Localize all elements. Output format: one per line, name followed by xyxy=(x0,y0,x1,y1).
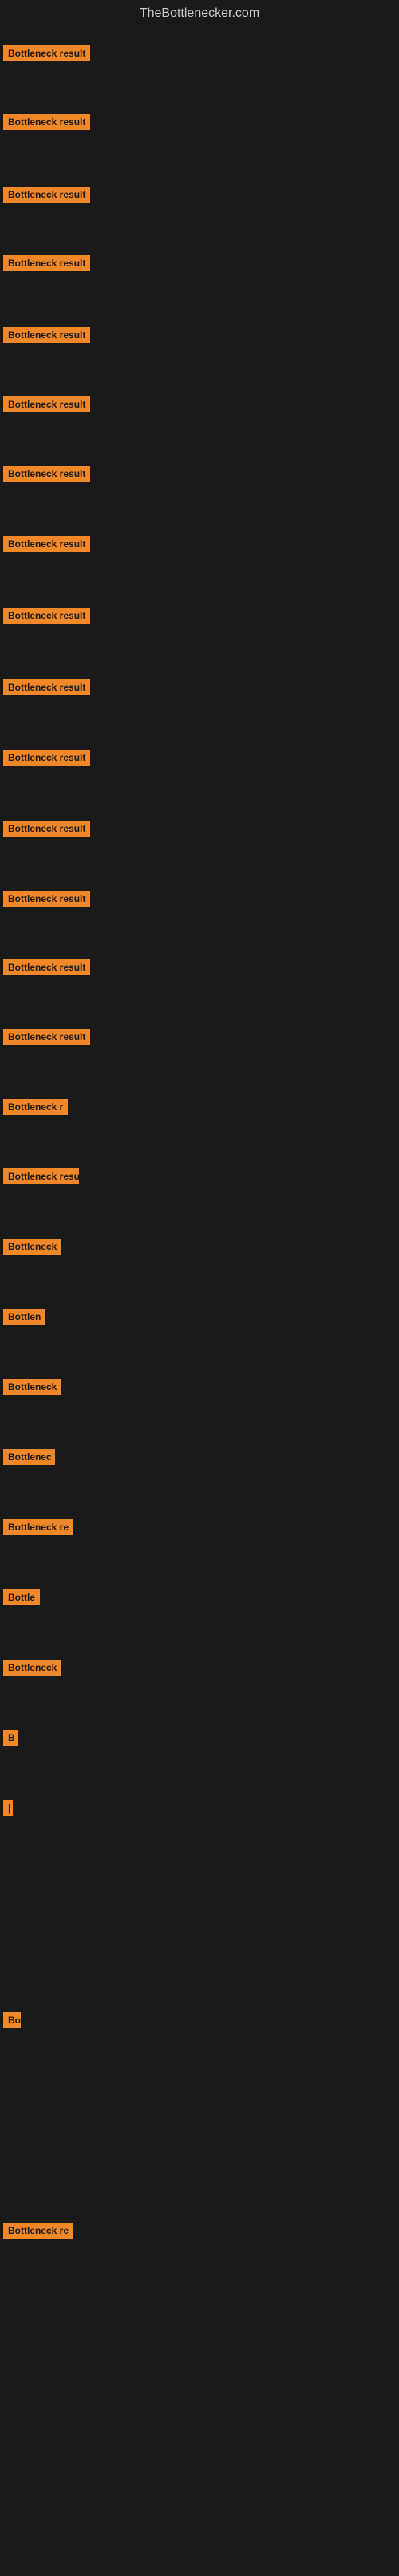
list-item: Bottleneck result xyxy=(3,536,90,556)
bottleneck-badge[interactable]: Bottleneck result xyxy=(3,187,90,203)
list-item: Bottleneck re xyxy=(3,1519,73,1539)
bottleneck-badge[interactable]: B xyxy=(3,1730,18,1746)
list-item: Bottleneck r xyxy=(3,1099,68,1119)
list-item: Bottleneck result xyxy=(3,608,90,628)
list-item: Bottleneck result xyxy=(3,187,90,207)
bottleneck-badge[interactable]: Bottle xyxy=(3,1589,40,1605)
list-item: Bottleneck xyxy=(3,1660,61,1680)
bottleneck-badge[interactable]: | xyxy=(3,1800,13,1816)
bottleneck-badge[interactable]: Bottleneck result xyxy=(3,114,90,130)
list-item: Bottle xyxy=(3,1589,40,1609)
bottleneck-badge[interactable]: Bottleneck result xyxy=(3,679,90,695)
bottleneck-badge[interactable]: Bottleneck result xyxy=(3,45,90,61)
bottleneck-badge[interactable]: Bottleneck result xyxy=(3,608,90,624)
list-item: | xyxy=(3,1800,13,1820)
bottleneck-badge[interactable]: Bottlenec xyxy=(3,1449,55,1465)
bottleneck-badge[interactable]: Bottleneck re xyxy=(3,2223,73,2239)
list-item: Bottleneck result xyxy=(3,114,90,134)
bottleneck-badge[interactable]: Bo xyxy=(3,2012,21,2028)
list-item: Bottleneck result xyxy=(3,959,90,979)
list-item: Bottleneck xyxy=(3,1379,61,1399)
list-item: Bottleneck result xyxy=(3,327,90,347)
list-item: Bo xyxy=(3,2012,21,2032)
list-item: Bottlen xyxy=(3,1309,45,1329)
bottleneck-badge[interactable]: Bottleneck xyxy=(3,1239,61,1255)
bottleneck-badge[interactable]: Bottleneck result xyxy=(3,891,90,907)
site-title-container: TheBottlenecker.com xyxy=(0,0,399,24)
list-item: Bottleneck result xyxy=(3,891,90,911)
bottleneck-badge[interactable]: Bottleneck result xyxy=(3,750,90,766)
list-item: Bottleneck xyxy=(3,1239,61,1258)
site-title: TheBottlenecker.com xyxy=(0,0,399,24)
bottleneck-badge[interactable]: Bottleneck result xyxy=(3,1029,90,1045)
list-item: Bottleneck result xyxy=(3,679,90,699)
list-item: Bottleneck result xyxy=(3,750,90,770)
bottleneck-badge[interactable]: Bottlen xyxy=(3,1309,45,1325)
bottleneck-badge[interactable]: Bottleneck xyxy=(3,1379,61,1395)
bottleneck-badge[interactable]: Bottleneck r xyxy=(3,1099,68,1115)
bottleneck-badge[interactable]: Bottleneck result xyxy=(3,536,90,552)
list-item: Bottleneck result xyxy=(3,466,90,486)
list-item: Bottleneck result xyxy=(3,255,90,275)
list-item: Bottleneck result xyxy=(3,396,90,416)
bottleneck-badge[interactable]: Bottleneck result xyxy=(3,396,90,412)
bottleneck-badge[interactable]: Bottleneck xyxy=(3,1660,61,1676)
bottleneck-badge[interactable]: Bottleneck result xyxy=(3,959,90,975)
items-container: Bottleneck result Bottleneck result Bottle… xyxy=(0,24,399,2576)
bottleneck-badge[interactable]: Bottleneck result xyxy=(3,821,90,837)
list-item: Bottleneck result xyxy=(3,45,90,65)
bottleneck-badge[interactable]: Bottleneck result xyxy=(3,466,90,482)
list-item: B xyxy=(3,1730,18,1750)
bottleneck-badge[interactable]: Bottleneck result xyxy=(3,327,90,343)
list-item: Bottleneck resu xyxy=(3,1168,79,1188)
list-item: Bottleneck result xyxy=(3,1029,90,1049)
bottleneck-badge[interactable]: Bottleneck result xyxy=(3,255,90,271)
list-item: Bottleneck result xyxy=(3,821,90,841)
bottleneck-badge[interactable]: Bottleneck resu xyxy=(3,1168,79,1184)
list-item: Bottleneck re xyxy=(3,2223,73,2243)
list-item: Bottlenec xyxy=(3,1449,55,1469)
bottleneck-badge[interactable]: Bottleneck re xyxy=(3,1519,73,1535)
